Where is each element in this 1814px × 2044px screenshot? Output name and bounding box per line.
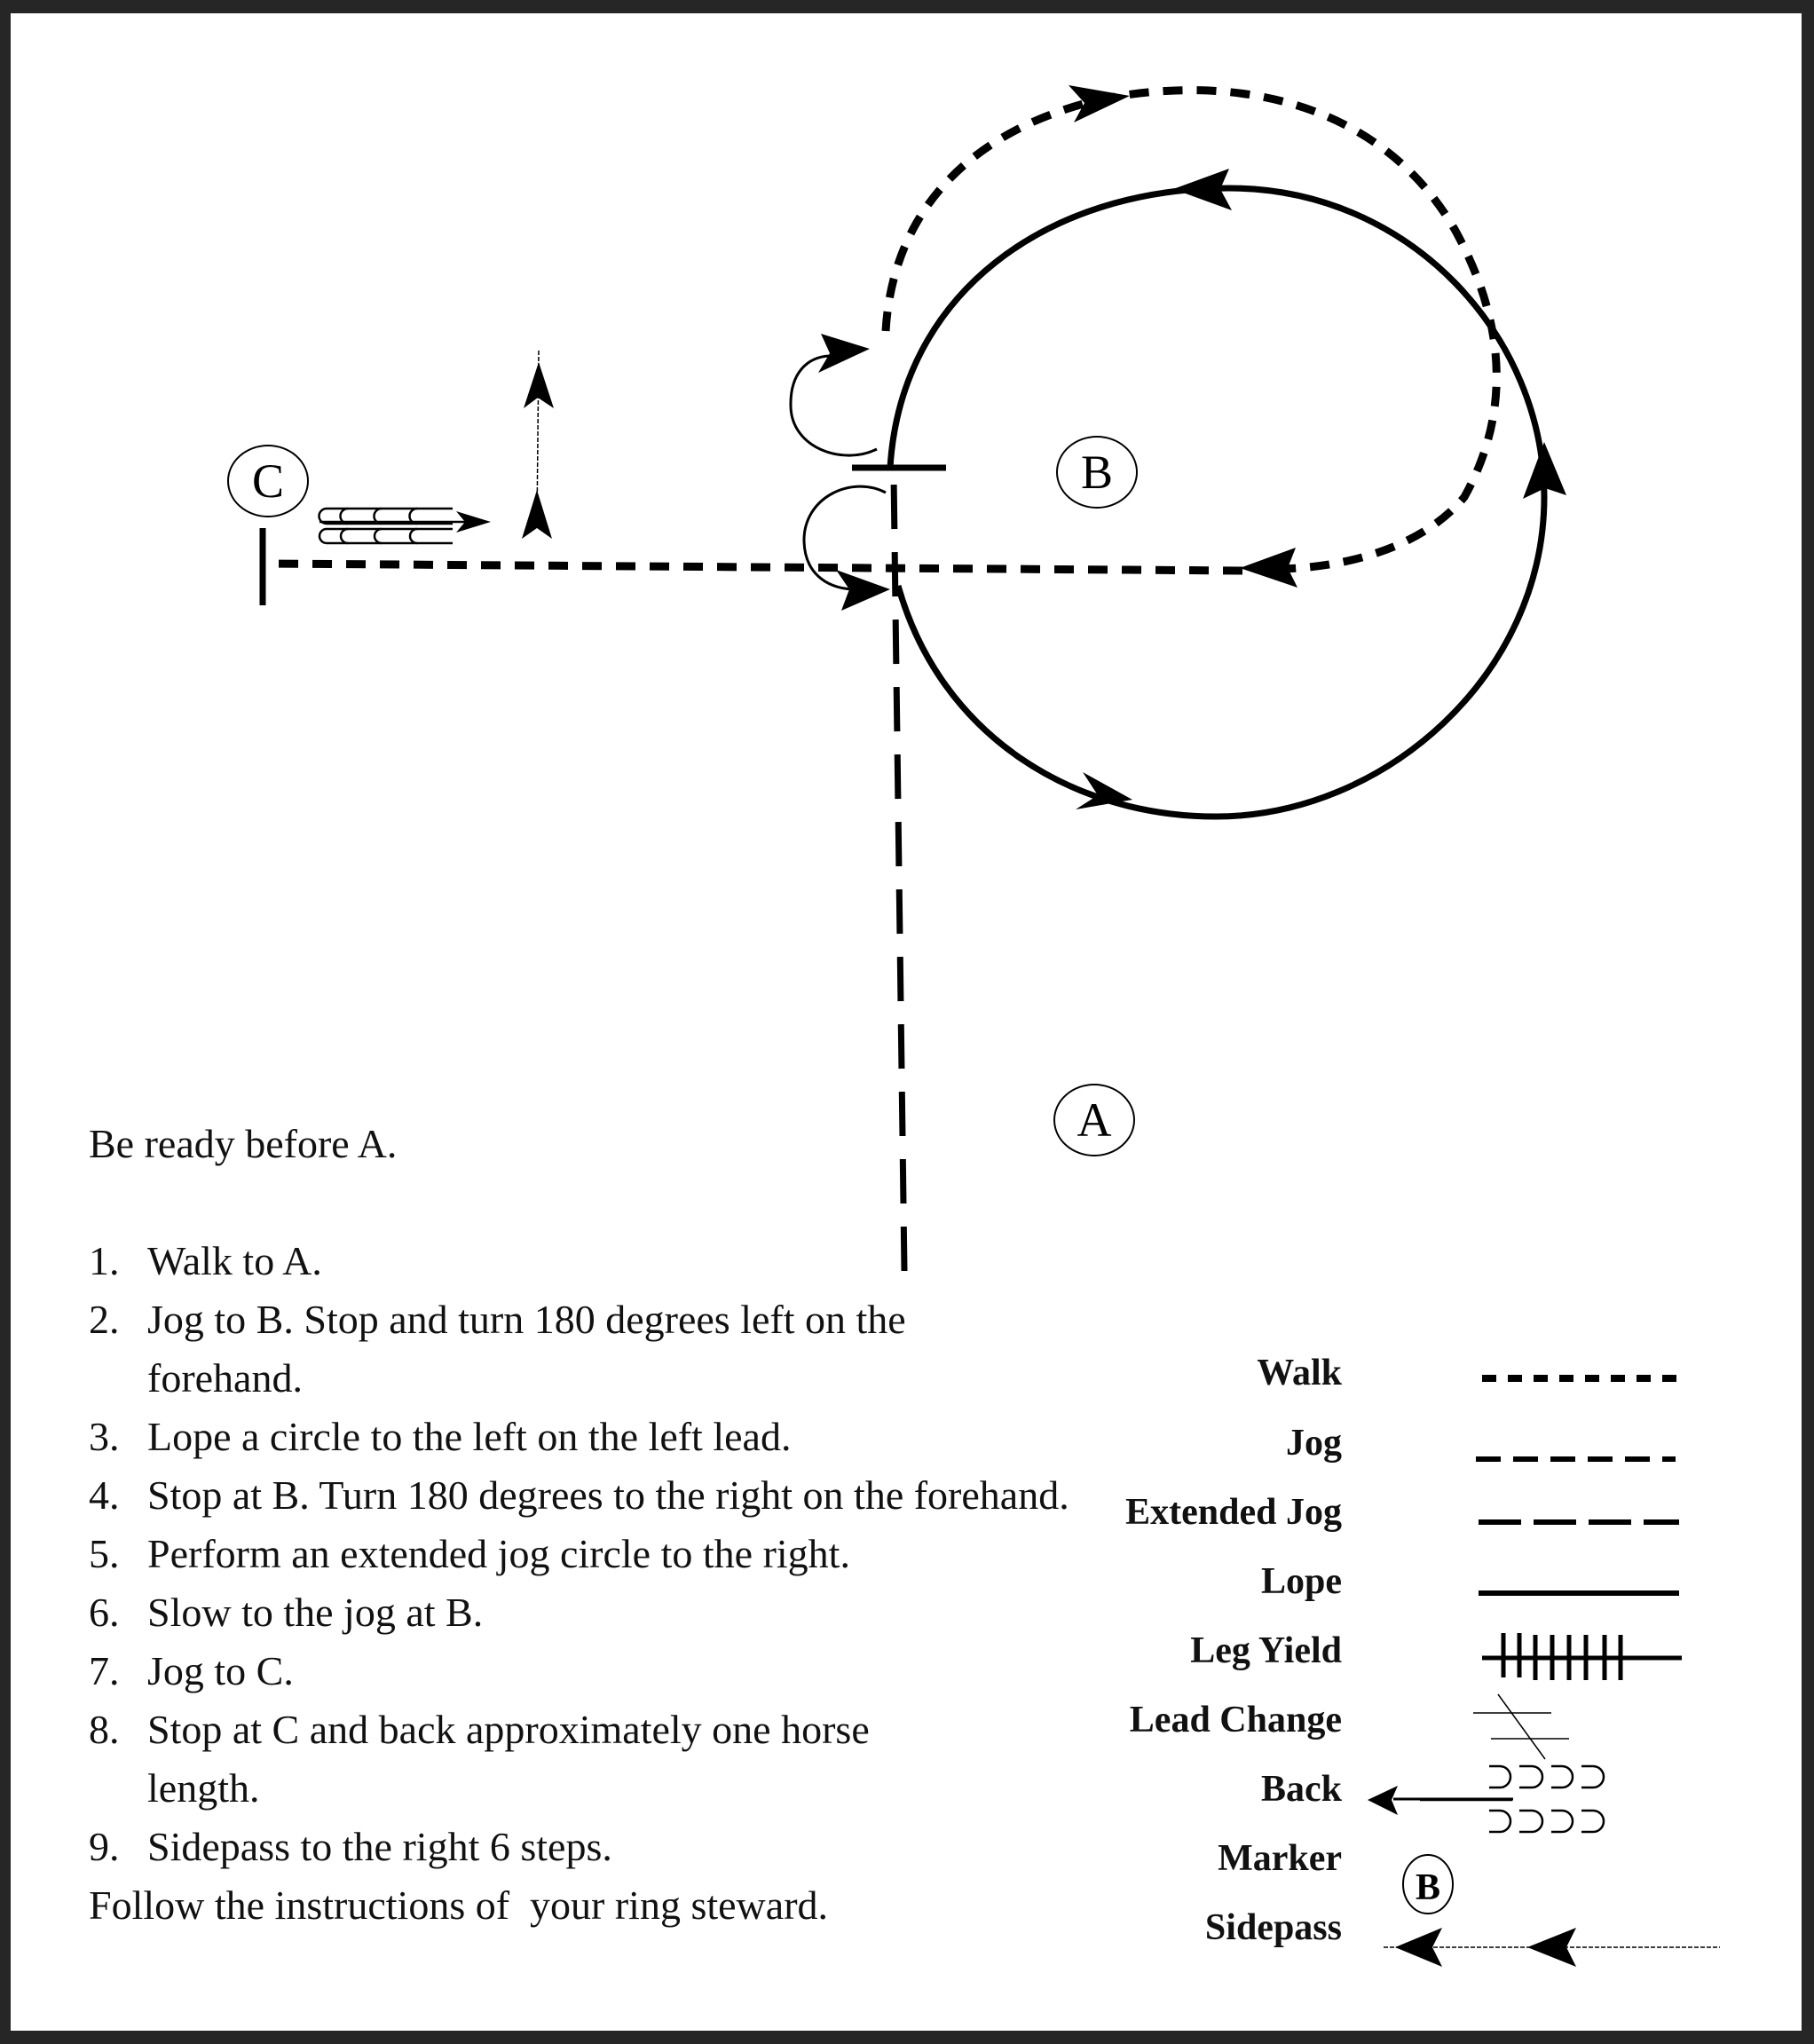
legend-leg-yield-sample — [1482, 1633, 1682, 1680]
legend-label-lead-change: Lead Change — [1129, 1700, 1342, 1740]
step-8: 8. Stop at C and back approximately one h… — [89, 1701, 1124, 1818]
step-5: 5. Perform an extended jog circle to the … — [89, 1525, 1124, 1583]
step-text: Slow to the jog at B. — [147, 1590, 484, 1635]
step-text: Perform an extended jog circle to the ri… — [147, 1531, 850, 1576]
sidepass-arrow-lower-icon — [522, 490, 552, 539]
step-text: Stop at B. Turn 180 degrees to the right… — [147, 1472, 1069, 1518]
step-2: 2. Jog to B. Stop and turn 180 degrees le… — [89, 1290, 1124, 1408]
extended-jog-path — [881, 86, 1501, 573]
legend-label-leg-yield: Leg Yield — [1190, 1630, 1342, 1671]
step-text: Lope a circle to the left on the left le… — [147, 1414, 792, 1459]
step-number: 4. — [89, 1472, 120, 1518]
step-6: 6. Slow to the jog at B. — [89, 1583, 1124, 1642]
back-symbol — [318, 507, 479, 545]
legend-marker-sample-label: B — [1416, 1867, 1440, 1908]
step-number: 8. — [89, 1707, 120, 1752]
step-text: Walk to A. — [147, 1238, 322, 1283]
turn-right-arc — [789, 354, 878, 457]
step-number: 1. — [89, 1238, 120, 1283]
lope-circle-path — [887, 185, 1548, 820]
step-text: Jog to C. — [147, 1648, 294, 1693]
turn-left-arrow-icon — [836, 570, 890, 611]
step-1: 1. Walk to A. — [89, 1232, 1124, 1290]
legend-marker-sample: B — [1402, 1854, 1454, 1914]
step-text: Jog to B. Stop and turn 180 degrees left… — [147, 1297, 906, 1401]
legend-sidepass-arrow-right-icon — [1527, 1928, 1576, 1967]
legend-label-jog: Jog — [1286, 1423, 1342, 1464]
legend-lead-change-sample — [1473, 1693, 1569, 1760]
step-number: 5. — [89, 1531, 120, 1576]
legend-label-extended-jog: Extended Jog — [1125, 1492, 1342, 1533]
legend-label-marker: Marker — [1218, 1838, 1342, 1879]
legend-label-sidepass: Sidepass — [1204, 1907, 1342, 1948]
jog-line-to-c — [270, 559, 1243, 575]
legend-label-back: Back — [1260, 1769, 1342, 1810]
legend-back-sample — [1393, 1764, 1605, 1834]
legend-back-arrow-icon — [1368, 1786, 1398, 1815]
legend-label-walk: Walk — [1257, 1353, 1342, 1393]
intro-text: Be ready before A. — [89, 1121, 398, 1166]
step-number: 2. — [89, 1297, 120, 1342]
marker-c: C — [227, 445, 309, 517]
step-4: 4. Stop at B. Turn 180 degrees to the rig… — [89, 1466, 1124, 1525]
step-3: 3. Lope a circle to the left on the left … — [89, 1408, 1124, 1466]
step-text: Sidepass to the right 6 steps. — [147, 1824, 612, 1869]
turn-right-arrow-icon — [818, 334, 870, 373]
marker-b: B — [1056, 436, 1138, 509]
instructions: Be ready before A. 1. Walk to A. 2. Jog to… — [89, 1115, 1124, 1935]
step-number: 7. — [89, 1648, 120, 1693]
marker-c-label: C — [252, 454, 284, 508]
marker-b-label: B — [1081, 446, 1113, 499]
step-7: 7. Jog to C. — [89, 1642, 1124, 1701]
step-9: 9. Sidepass to the right 6 steps. — [89, 1818, 1124, 1876]
step-number: 3. — [89, 1414, 120, 1459]
step-number: 9. — [89, 1824, 120, 1869]
legend-label-lope: Lope — [1260, 1561, 1342, 1602]
step-number: 6. — [89, 1590, 120, 1635]
step-text: Stop at C and back approximately one hor… — [147, 1707, 870, 1811]
closing-text: Follow the instructions of your ring ste… — [89, 1882, 829, 1928]
